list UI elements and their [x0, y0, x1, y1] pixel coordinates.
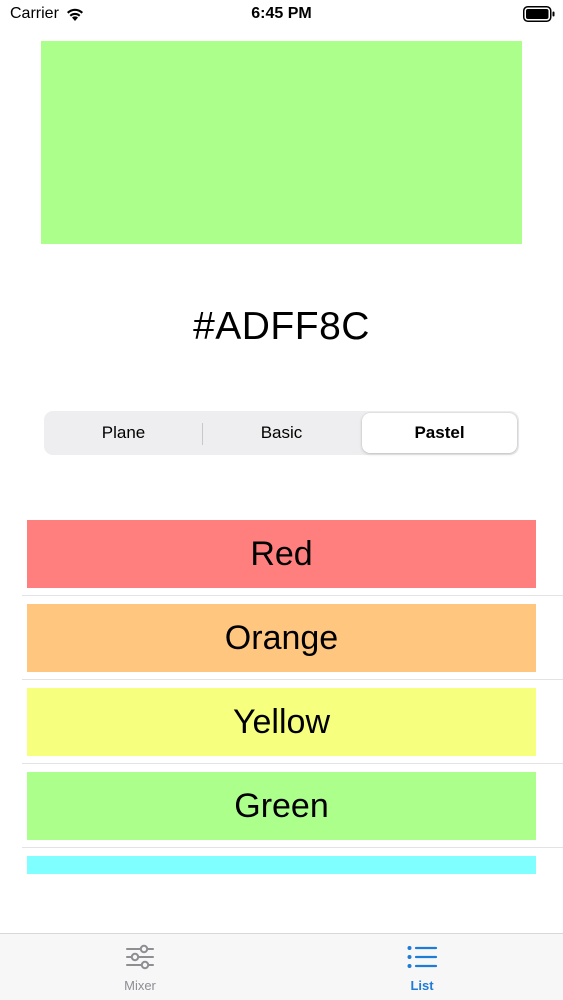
- color-name: Green: [234, 786, 329, 825]
- segment-basic[interactable]: Basic: [204, 413, 359, 453]
- app-screen: Carrier 6:45 PM #ADFF8C Plane Basic Past…: [0, 0, 563, 1000]
- sliders-icon: [126, 944, 154, 970]
- list-item[interactable]: Orange: [22, 596, 563, 680]
- color-preview: [41, 41, 522, 244]
- color-name: Orange: [224, 618, 339, 657]
- list-item[interactable]: Green: [22, 764, 563, 848]
- tab-mixer[interactable]: Mixer: [90, 942, 190, 993]
- color-name: Red: [250, 534, 313, 573]
- list-item[interactable]: Red: [22, 512, 563, 596]
- status-bar: Carrier 6:45 PM: [0, 0, 563, 30]
- tab-list[interactable]: List: [372, 942, 472, 993]
- tab-bar: Mixer List: [0, 933, 563, 1000]
- segment-label: Plane: [101, 423, 146, 442]
- hex-code-label: #ADFF8C: [193, 305, 370, 348]
- tab-label: Mixer: [124, 978, 156, 993]
- color-swatch: [27, 856, 536, 874]
- list-item[interactable]: Yellow: [22, 680, 563, 764]
- battery-icon: [523, 6, 555, 22]
- color-swatch: Green: [27, 772, 536, 840]
- status-time: 6:45 PM: [251, 5, 312, 22]
- segment-label: Pastel: [414, 423, 465, 442]
- segment-label: Basic: [260, 423, 303, 442]
- segment-plane[interactable]: Plane: [46, 413, 201, 453]
- segment-pastel[interactable]: Pastel: [362, 413, 517, 453]
- color-list[interactable]: Red Orange Yellow Green: [22, 512, 563, 874]
- color-swatch: Red: [27, 520, 536, 588]
- color-name: Yellow: [232, 702, 331, 741]
- list-item[interactable]: [22, 848, 563, 874]
- palette-segmented-control: Plane Basic Pastel: [44, 411, 519, 455]
- color-swatch: Yellow: [27, 688, 536, 756]
- tab-label: List: [410, 978, 434, 993]
- segment-divider: [202, 423, 203, 445]
- color-swatch: Orange: [27, 604, 536, 672]
- list-icon: [407, 946, 438, 968]
